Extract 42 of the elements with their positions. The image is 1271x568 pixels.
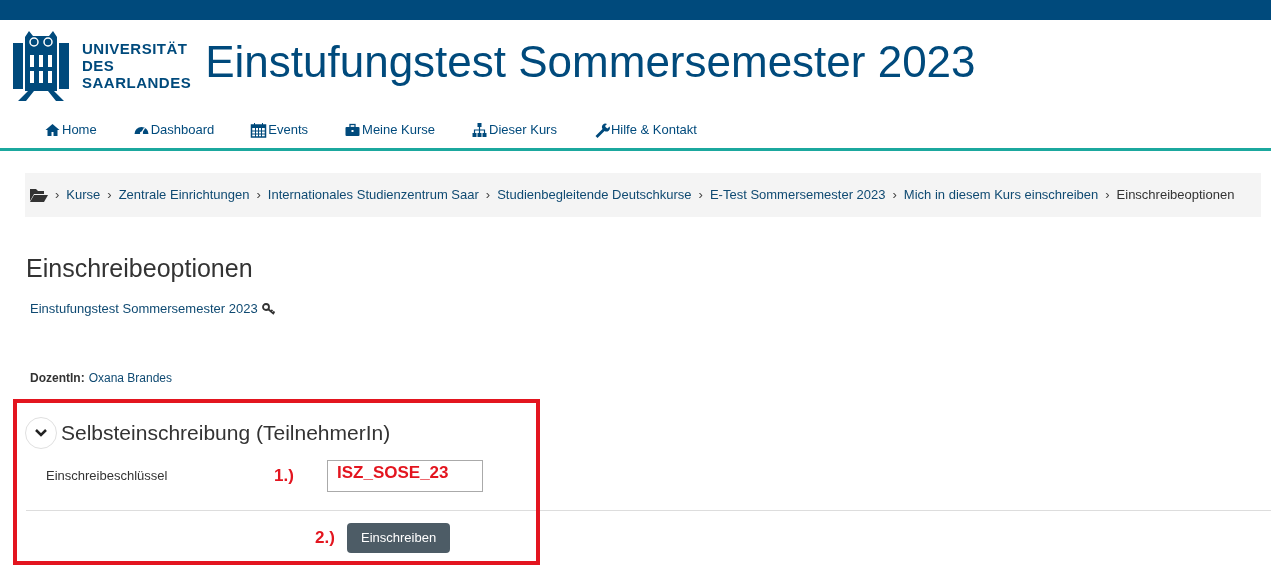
chevron-icon bbox=[34, 427, 48, 438]
breadcrumb-separator: › bbox=[698, 186, 703, 205]
section-heading: Selbsteinschreibung (TeilnehmerIn) bbox=[61, 419, 391, 446]
logo-text-line: SAARLANDES bbox=[82, 74, 192, 91]
breadcrumb-separator: › bbox=[485, 186, 491, 205]
nav-link[interactable]: Dieser Kurs bbox=[471, 119, 557, 140]
logo-text-line: UNIVERSITÄT bbox=[82, 40, 189, 57]
enrolment-key-field[interactable]: ISZ_SOSE_23 bbox=[327, 459, 483, 492]
home-icon bbox=[44, 121, 61, 138]
logo-text-line: DES bbox=[82, 57, 116, 74]
nav-link[interactable]: Home bbox=[44, 119, 97, 140]
field-label: Einschreibeschlüssel bbox=[45, 466, 169, 485]
breadcrumb-link[interactable]: Zentrale Einrichtungen bbox=[118, 185, 250, 205]
breadcrumb-separator: › bbox=[256, 186, 261, 205]
nav-link[interactable]: Events bbox=[250, 119, 309, 140]
calendar-icon bbox=[250, 121, 268, 138]
breadcrumb-separator: › bbox=[1105, 186, 1110, 205]
step-annotation: 1.) bbox=[274, 464, 295, 487]
page-heading: Einschreibeoptionen bbox=[26, 253, 254, 283]
breadcrumb-separator: › bbox=[892, 186, 897, 205]
teacher-link[interactable]: Oxana Brandes bbox=[88, 368, 173, 387]
breadcrumb-current: Einschreibeoptionen bbox=[1116, 186, 1235, 205]
nav-link[interactable]: Meine Kurse bbox=[344, 119, 436, 140]
breadcrumb-link[interactable]: E-Test Sommersemester 2023 bbox=[709, 185, 886, 205]
briefcase-icon bbox=[344, 121, 362, 138]
step-annotation: 2.) bbox=[315, 526, 336, 549]
teacher-label: DozentIn: bbox=[30, 369, 85, 387]
breadcrumb-link[interactable]: Kurse bbox=[66, 185, 101, 205]
breadcrumb-separator: › bbox=[107, 186, 112, 205]
enrol-button[interactable]: Einschreiben bbox=[347, 522, 451, 553]
sitemap-icon bbox=[471, 121, 489, 138]
folder-icon bbox=[30, 188, 48, 202]
breadcrumb-separator: › bbox=[55, 186, 60, 205]
key-icon bbox=[261, 302, 276, 315]
nav-link[interactable]: Dashboard bbox=[132, 119, 215, 140]
site-title: Einstufungstest Sommersemester 2023 bbox=[205, 35, 976, 88]
collapse-toggle[interactable] bbox=[25, 416, 57, 449]
breadcrumb-link[interactable]: Studienbegleitende Deutschkurse bbox=[497, 185, 692, 205]
breadcrumb-link[interactable]: Mich in diesem Kurs einschreiben bbox=[903, 185, 1099, 205]
nav-link[interactable]: Hilfe & Kontakt bbox=[592, 119, 697, 140]
course-link[interactable]: Einstufungstest Sommersemester 2023 bbox=[30, 299, 258, 319]
breadcrumb-link[interactable]: Internationales Studienzentrum Saar bbox=[267, 185, 479, 205]
